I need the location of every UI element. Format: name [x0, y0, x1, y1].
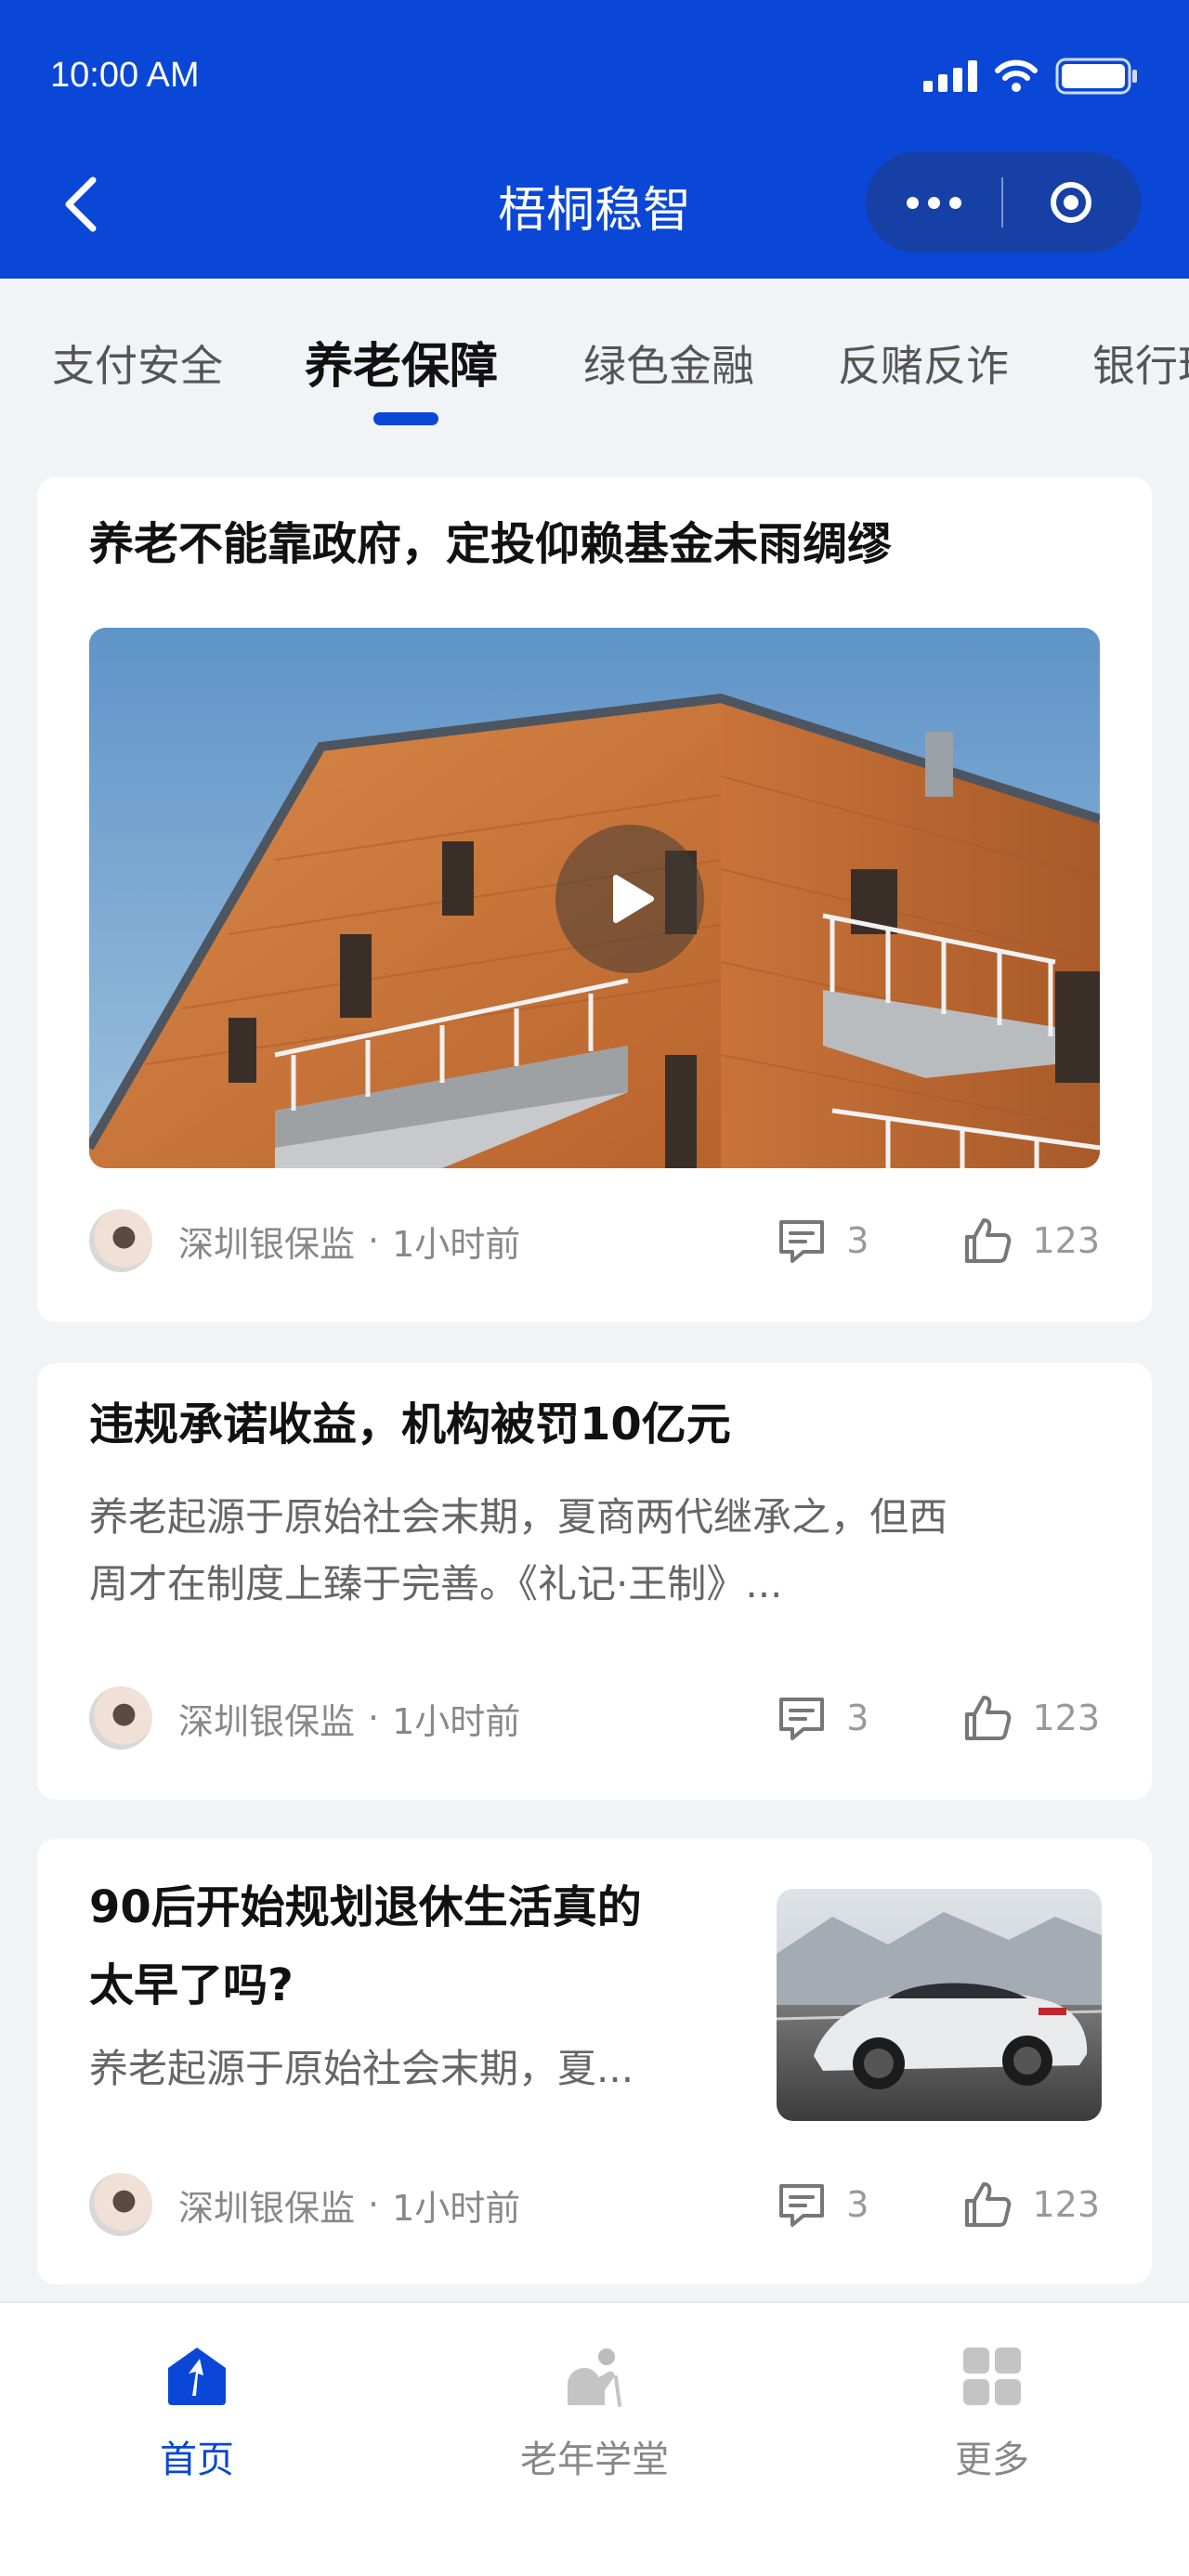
nav-elder-school[interactable]: 老年学堂 [483, 2344, 706, 2483]
publish-time: 1小时前 [392, 1700, 521, 1742]
tab-anti-fraud[interactable]: 反赌反诈 [838, 332, 1009, 394]
article-card[interactable]: 养老不能靠政府，定投仰赖基金未雨绸缪 深圳银保监 · 1小时前 3 123 [37, 477, 1152, 1322]
publish-time: 1小时前 [392, 1223, 521, 1265]
meta-separator: · [368, 2184, 380, 2225]
article-thumbnail[interactable] [777, 1889, 1102, 2121]
article-summary-line: 养老起源于原始社会末期，夏商两代继承之，但西 [89, 1494, 948, 1540]
thumbs-up-icon [965, 1218, 1012, 1263]
more-dot [927, 196, 940, 209]
status-icons [923, 58, 1139, 95]
article-meta: 深圳银保监 · 1小时前 3 123 [89, 1685, 1100, 1751]
tab-pension[interactable]: 养老保障 [305, 327, 498, 397]
article-card[interactable]: 90后开始规划退休生活真的 太早了吗? 养老起源于原始社会末期，夏... 深圳银… [37, 1839, 1152, 2284]
category-tabs: 支付安全 养老保障 绿色金融 反赌反诈 银行理财 [0, 279, 1189, 436]
close-miniprogram-button[interactable] [1003, 152, 1139, 253]
thumbs-up-icon [965, 2182, 1012, 2227]
meta-separator: · [368, 1220, 380, 1261]
comment-button[interactable]: 3 [776, 1215, 869, 1267]
like-button[interactable]: 123 [961, 1692, 1100, 1744]
tab-bank-wealth[interactable]: 银行理财 [1092, 332, 1189, 394]
miniprogram-capsule [866, 152, 1141, 253]
play-button[interactable] [555, 825, 704, 973]
grid-icon [963, 2348, 1021, 2405]
like-count: 123 [1032, 1698, 1100, 1738]
signal-icon [923, 60, 977, 92]
comment-button[interactable]: 3 [776, 1692, 869, 1744]
avatar [89, 2173, 152, 2236]
home-icon [168, 2348, 226, 2405]
active-tab-indicator [373, 412, 438, 425]
comment-count: 3 [846, 2184, 869, 2225]
wifi-icon [995, 59, 1038, 92]
article-summary-line: 周才在制度上臻于完善。《礼记·王制》... [89, 1561, 783, 1607]
meta-separator: · [368, 1698, 380, 1738]
video-thumbnail[interactable] [89, 628, 1100, 1168]
like-count: 123 [1032, 2184, 1100, 2225]
tab-green-finance[interactable]: 绿色金融 [583, 332, 754, 394]
publish-time: 1小时前 [392, 2187, 521, 2229]
target-icon [1051, 182, 1091, 223]
battery-icon [1055, 58, 1137, 95]
bottom-tab-bar: 首页 老年学堂 更多 [0, 2301, 1189, 2576]
nav-home[interactable]: 首页 [85, 2344, 308, 2483]
source-name[interactable]: 深圳银保监 [178, 1693, 355, 1744]
comment-icon [779, 1698, 825, 1740]
avatar [89, 1209, 152, 1272]
article-meta: 深圳银保监 · 1小时前 3 123 [89, 1207, 1100, 1274]
source-name[interactable]: 深圳银保监 [178, 2179, 355, 2231]
elder-icon [568, 2348, 621, 2407]
article-meta: 深圳银保监 · 1小时前 3 123 [89, 2171, 1100, 2238]
comment-icon [779, 2184, 825, 2227]
tab-payment-security[interactable]: 支付安全 [52, 332, 223, 394]
nav-label: 老年学堂 [520, 2439, 669, 2481]
car-image [777, 1889, 1102, 2121]
more-dots-icon [906, 196, 919, 209]
article-title-line[interactable]: 太早了吗? [89, 1952, 294, 2019]
more-menu-button[interactable] [866, 152, 1001, 253]
thumbs-up-icon [965, 1696, 1012, 1740]
play-icon [613, 875, 654, 923]
article-card[interactable]: 违规承诺收益，机构被罚10亿元 养老起源于原始社会末期，夏商两代继承之，但西 周… [37, 1363, 1152, 1800]
comment-count: 3 [846, 1220, 869, 1261]
article-title-line[interactable]: 90后开始规划退休生活真的 [89, 1874, 642, 1941]
comment-count: 3 [846, 1698, 869, 1738]
nav-label: 更多 [955, 2439, 1029, 2481]
nav-more[interactable]: 更多 [881, 2344, 1104, 2483]
comment-button[interactable]: 3 [776, 2179, 869, 2231]
comment-icon [779, 1220, 825, 1263]
avatar [89, 1686, 152, 1750]
like-count: 123 [1032, 1220, 1100, 1261]
more-dot [948, 196, 961, 209]
app-header: 10:00 AM 梧桐稳智 [0, 0, 1189, 279]
like-button[interactable]: 123 [961, 2179, 1100, 2231]
nav-label: 首页 [160, 2439, 234, 2481]
article-title[interactable]: 违规承诺收益，机构被罚10亿元 [89, 1391, 731, 1458]
source-name[interactable]: 深圳银保监 [178, 1216, 355, 1267]
article-title[interactable]: 养老不能靠政府，定投仰赖基金未雨绸缪 [89, 511, 892, 578]
like-button[interactable]: 123 [961, 1215, 1100, 1267]
status-time: 10:00 AM [50, 56, 200, 95]
article-summary: 养老起源于原始社会末期，夏... [89, 2046, 634, 2091]
